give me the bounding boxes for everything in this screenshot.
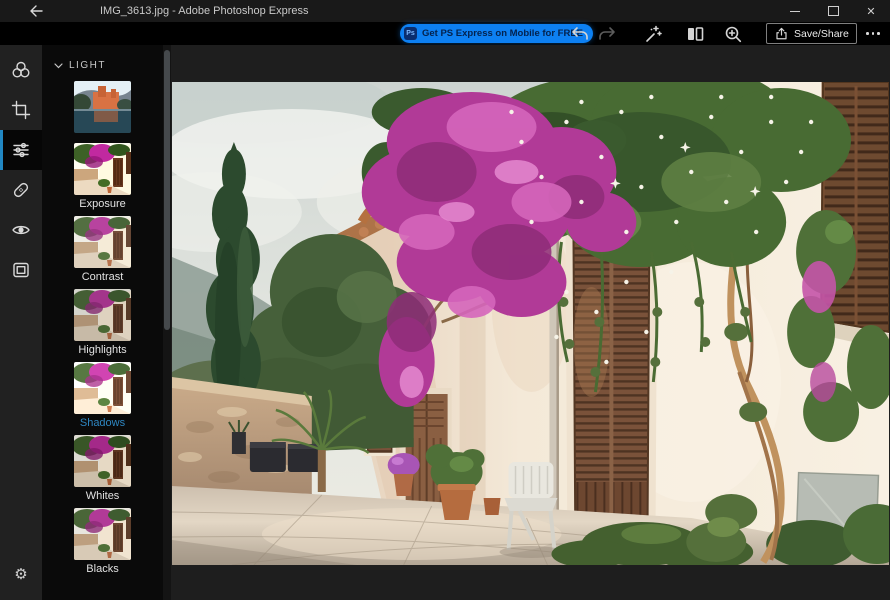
sidebar-item-borders[interactable] xyxy=(0,250,42,290)
editor-canvas xyxy=(171,45,890,600)
auto-preview-thumbnail xyxy=(74,81,131,133)
back-arrow-icon xyxy=(29,5,43,17)
photo-canvas[interactable] xyxy=(172,82,889,565)
crop-icon xyxy=(11,100,31,120)
minimize-icon xyxy=(790,11,800,12)
adjustment-label: Contrast xyxy=(42,271,163,284)
more-options-button[interactable] xyxy=(858,22,888,45)
ps-logo-icon: Ps xyxy=(404,27,417,40)
panel-thumb-auto[interactable] xyxy=(42,81,163,133)
sidebar-item-crop[interactable] xyxy=(0,90,42,130)
adjustment-whites[interactable]: Whites xyxy=(42,435,163,503)
settings-button[interactable]: ⚙ xyxy=(0,554,42,594)
sidebar-item-looks[interactable] xyxy=(0,50,42,90)
redo-button[interactable] xyxy=(595,22,619,45)
promo-label: Get PS Express on Mobile for FREE xyxy=(422,28,583,39)
photo-image xyxy=(172,82,889,565)
highlights-thumbnail xyxy=(74,289,131,341)
sidebar-item-healing[interactable] xyxy=(0,170,42,210)
blacks-thumbnail xyxy=(74,508,131,560)
adjustment-blacks[interactable]: Blacks xyxy=(42,508,163,576)
auto-enhance-button[interactable] xyxy=(641,22,665,45)
adjustments-sliders-icon xyxy=(11,140,31,160)
toolbar: Ps Get PS Express on Mobile for FREE xyxy=(0,22,890,45)
adjustment-highlights[interactable]: Highlights xyxy=(42,289,163,357)
gear-icon: ⚙ xyxy=(14,565,27,583)
back-button[interactable] xyxy=(28,4,44,18)
panel-scrollbar-thumb[interactable] xyxy=(164,50,170,330)
undo-icon xyxy=(570,24,590,44)
light-section-label: LIGHT xyxy=(69,60,106,71)
shadows-thumbnail xyxy=(74,362,131,414)
photoshop-express-window: IMG_3613.jpg - Adobe Photoshop Express ✕… xyxy=(0,0,890,600)
magic-wand-icon xyxy=(643,24,663,44)
borders-frame-icon xyxy=(11,260,31,280)
contrast-thumbnail xyxy=(74,216,131,268)
sidebar-item-adjustments[interactable] xyxy=(0,130,42,170)
close-button[interactable]: ✕ xyxy=(852,0,890,22)
window-title: IMG_3613.jpg - Adobe Photoshop Express xyxy=(100,5,309,17)
maximize-button[interactable] xyxy=(814,0,852,22)
adjustment-exposure[interactable]: Exposure xyxy=(42,143,163,211)
chevron-down-icon xyxy=(54,63,63,69)
adjustment-label: Shadows xyxy=(42,417,163,430)
compare-before-after-button[interactable] xyxy=(683,22,707,45)
maximize-icon xyxy=(828,6,839,16)
adjustment-label: Blacks xyxy=(42,563,163,576)
adjustment-contrast[interactable]: Contrast xyxy=(42,216,163,284)
zoom-button[interactable] xyxy=(721,22,745,45)
adjustment-label: Exposure xyxy=(42,198,163,211)
panel-scrollbar[interactable] xyxy=(163,45,171,600)
looks-filters-icon xyxy=(11,60,31,80)
healing-bandaid-icon xyxy=(11,180,31,200)
exposure-thumbnail xyxy=(74,143,131,195)
adjustment-label: Whites xyxy=(42,490,163,503)
adjustment-label: Highlights xyxy=(42,344,163,357)
sidebar-item-red-eye[interactable] xyxy=(0,210,42,250)
get-ps-express-promo-button[interactable]: Ps Get PS Express on Mobile for FREE xyxy=(400,24,593,43)
adjustment-shadows[interactable]: Shadows xyxy=(42,362,163,430)
whites-thumbnail xyxy=(74,435,131,487)
zoom-in-icon xyxy=(723,24,743,44)
redo-icon xyxy=(597,24,617,44)
minimize-button[interactable] xyxy=(776,0,814,22)
light-section-header[interactable]: LIGHT xyxy=(54,60,163,71)
save-share-label: Save/Share xyxy=(794,28,849,40)
red-eye-icon xyxy=(11,220,31,240)
title-bar: IMG_3613.jpg - Adobe Photoshop Express ✕ xyxy=(0,0,890,22)
share-icon xyxy=(774,26,789,41)
tool-sidebar: ⚙ xyxy=(0,45,42,600)
undo-button[interactable] xyxy=(568,22,592,45)
split-view-icon xyxy=(685,24,705,44)
light-panel: LIGHT xyxy=(42,45,163,600)
app-body: ⚙ LIGHT xyxy=(0,45,890,600)
save-share-button[interactable]: Save/Share xyxy=(766,23,857,44)
